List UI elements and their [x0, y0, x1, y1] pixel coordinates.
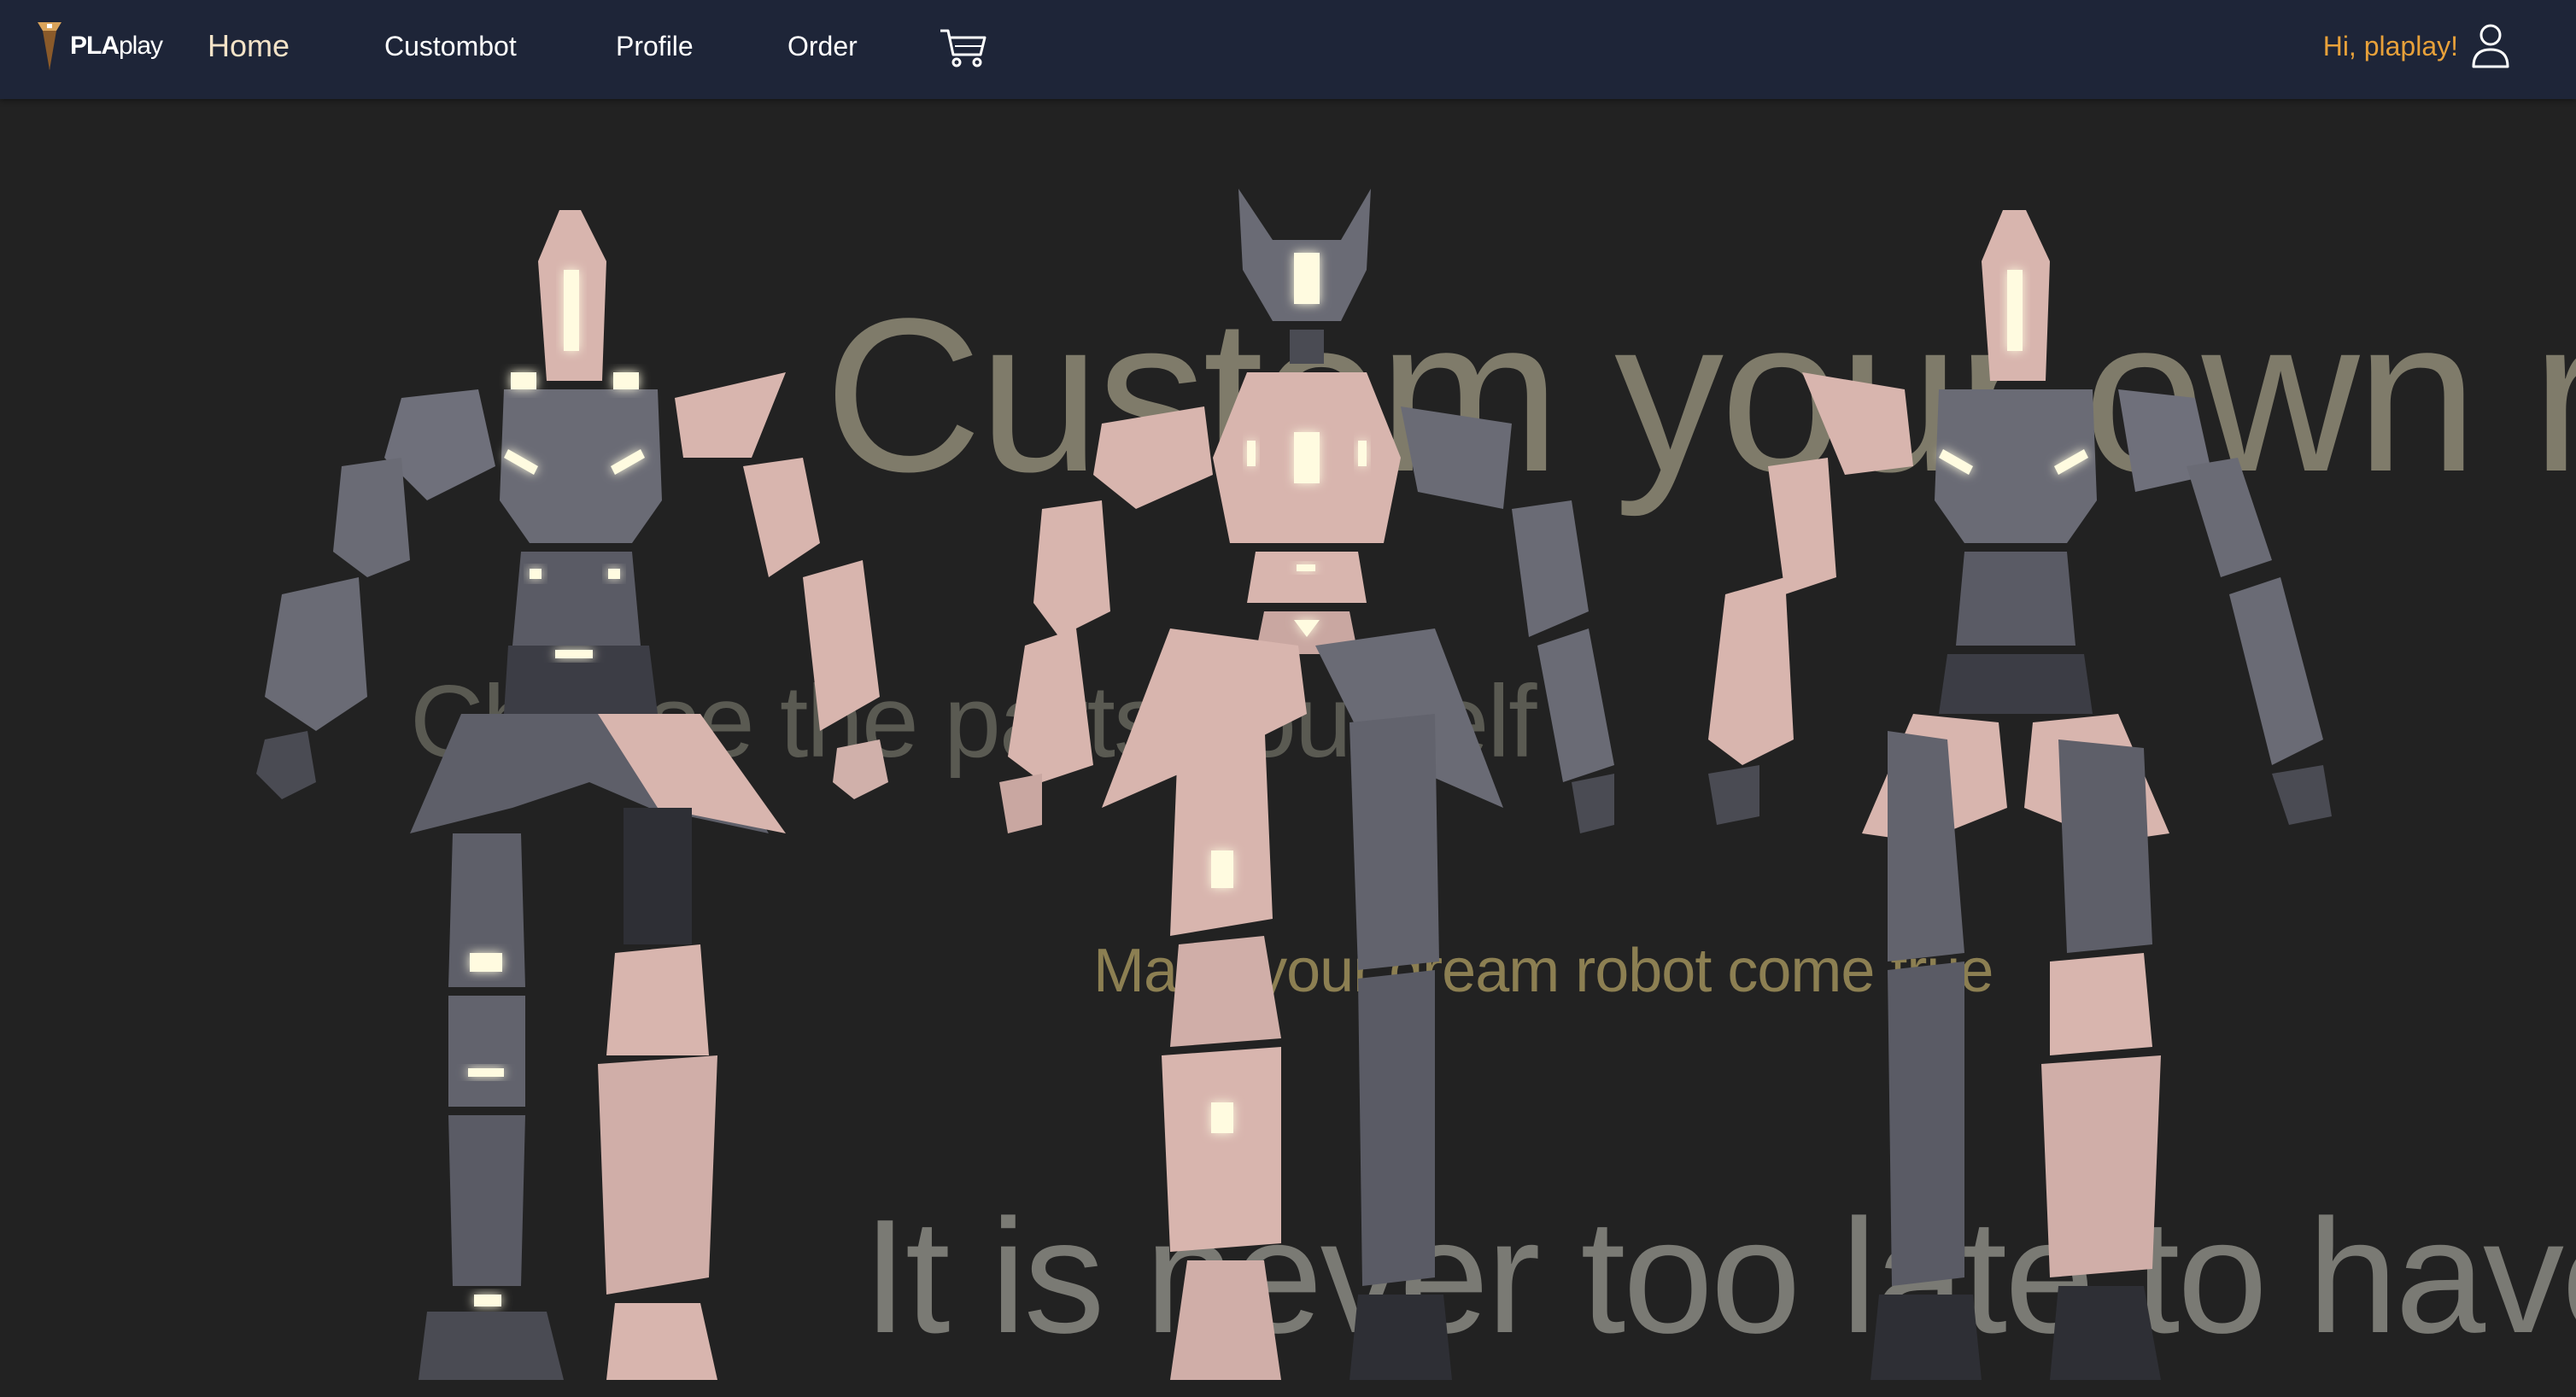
nav-custombot-link[interactable]: Custombot: [384, 26, 517, 67]
user-greeting[interactable]: Hi, plaplay!: [2323, 26, 2458, 67]
hero-section: Custom your own robot Choose the parts y…: [0, 99, 2576, 1397]
nav-home-link[interactable]: Home: [208, 26, 290, 67]
robot-right: [1708, 210, 2332, 1380]
page: PLAplay Home Custombot Profile Order Hi,…: [0, 0, 2576, 1397]
nav-order-link[interactable]: Order: [787, 26, 858, 67]
user-icon[interactable]: [2470, 22, 2511, 68]
logo[interactable]: PLAplay: [34, 19, 163, 73]
logo-text: PLAplay: [70, 32, 163, 60]
robot-left: [256, 210, 888, 1380]
shopping-cart-icon[interactable]: [938, 26, 989, 68]
robots-illustration: [256, 189, 2332, 1380]
logo-icon: [38, 22, 61, 70]
top-navbar: PLAplay Home Custombot Profile Order Hi,…: [0, 0, 2576, 99]
robot-center: [999, 189, 1614, 1380]
nav-profile-link[interactable]: Profile: [616, 26, 694, 67]
